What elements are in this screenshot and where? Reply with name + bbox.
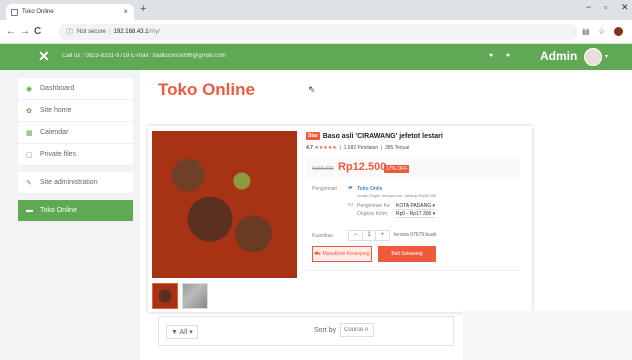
reload-button[interactable]: C [34,26,41,37]
browser-tabbar: Toko Online × + − ▫ ✕ [0,0,632,20]
location-icon: ▭ [348,202,354,208]
favicon-icon [11,9,18,16]
discount-badge: 17% OFF [384,165,410,173]
browser-tab[interactable]: Toko Online × [6,4,134,20]
quantity-label: Kuantitas [312,233,333,239]
star-icon[interactable]: ☆ [598,27,605,36]
product-image[interactable] [152,131,297,278]
divider [306,270,520,271]
minimize-button[interactable]: − [586,2,591,12]
address-bar: ← → C ⓘ Not secure | 192.168.43.1 /my/ ▤… [0,20,632,44]
qty-minus-button[interactable]: − [349,231,362,240]
right-panel [462,310,632,360]
sidebar-item-site-administration[interactable]: ✎ Site administration [18,172,133,194]
filter-all-label: All ▾ [179,329,193,336]
ship-to-select[interactable]: KOTA PADANG ▾ [396,203,435,210]
sidebar-item-label: Site home [40,107,72,114]
chat-icon[interactable]: ● [506,52,510,59]
ship-cost-select[interactable]: Rp0 - Rp17.300 ▾ [396,211,436,218]
profile-icon[interactable] [614,27,623,36]
product-rating: 4.7 ★★★★★ | 1,682 Penilaian | 385 Terjua… [306,145,410,151]
sort-input[interactable] [340,323,374,337]
sort-by-label: Sort by [314,327,337,334]
product-thumbnail[interactable] [182,283,208,309]
sidebar-item-label: Dashboard [40,85,75,92]
sidebar-item-label: Private files [40,151,77,158]
mouse-cursor-icon: ⇖ [308,84,316,94]
sidebar-item-calendar[interactable]: ▦ Calendar [18,122,133,144]
product-name: Baso asli 'CIRAWANG' jefetot lestari [322,132,443,140]
ship-cost-label: Ongkos Kirim [357,211,388,217]
quantity-stepper: − 1 + [348,230,390,241]
product-thumbnail[interactable] [152,283,178,309]
star-badge: Star [306,132,320,140]
file-icon: ▢ [26,151,33,159]
qty-plus-button[interactable]: + [376,231,389,240]
rating-value: 4.7 [306,145,313,151]
stock-info: tersisa 97979 buah [394,232,437,238]
shop-note: Gratis Ongkir dengan min. belanja Rp45.0… [357,193,437,198]
url-separator: | [109,29,111,35]
product-title: Star Baso asli 'CIRAWANG' jefetot lestar… [306,132,443,140]
page-title: Toko Online [158,80,255,99]
ship-to-label: Pengiriman Ke [357,203,390,209]
truck-icon: ▰ [348,185,353,191]
user-name[interactable]: Admin [540,49,577,63]
add-to-cart-button[interactable]: ⛟ Masukkan Keranjang [312,246,372,262]
contact-info: Call us : 0823-8331-9719 E-mail : badluc… [62,53,226,59]
filter-icon: ▼ [171,329,178,336]
security-label: Not secure [77,29,107,35]
tab-title: Toko Online [22,9,54,15]
sold-count: 385 Terjual [384,145,410,151]
filter-all-dropdown[interactable]: ▼ All ▾ [166,325,198,339]
url-host: 192.168.43.1 [113,29,149,35]
url-path: /my/ [148,29,160,35]
close-menu-icon[interactable]: ✕ [38,48,50,65]
new-tab-button[interactable]: + [140,3,146,15]
sidebar-item-label: Calendar [40,129,69,136]
sidebar-item-dashboard[interactable]: ◉ Dashboard [18,78,133,100]
sidebar-item-label: Site administration [40,179,98,186]
url-input[interactable]: ⓘ Not secure | 192.168.43.1 /my/ [58,24,578,40]
buy-now-button[interactable]: Beli Sekarang [378,246,436,262]
rating-stars-icon: ★★★★★ [314,145,337,151]
window-close-button[interactable]: ✕ [621,2,629,13]
back-button[interactable]: ← [6,26,16,37]
cart-icon: ▬ [26,207,33,214]
add-to-cart-label: Masukkan Keranjang [322,251,370,257]
qty-value-input[interactable]: 1 [361,231,377,240]
maximize-button[interactable]: ▫ [604,2,607,12]
calendar-icon: ▦ [26,129,33,137]
course-filter-bar [158,316,454,346]
sidebar: ◉ Dashboard ✿ Site home ▦ Calendar ▢ Pri… [18,78,133,222]
tab-close-icon[interactable]: × [123,7,128,16]
info-icon: ⓘ [66,29,73,36]
sidebar-item-private-files[interactable]: ▢ Private files [18,144,133,166]
translate-icon[interactable]: ▤ [582,27,590,36]
chevron-down-icon[interactable]: ▾ [605,53,608,60]
sidebar-item-label: Toko Online [40,207,77,214]
sidebar-item-site-home[interactable]: ✿ Site home [18,100,133,122]
cart-icon: ⛟ [314,250,321,257]
bell-icon[interactable]: ● [489,52,493,59]
shipping-label: Pengiriman [312,186,338,192]
review-count: 1,682 Penilaian [343,145,379,151]
home-icon: ✿ [26,107,32,115]
sidebar-item-toko-online[interactable]: ▬ Toko Online [18,200,133,222]
wrench-icon: ✎ [26,179,32,187]
dashboard-icon: ◉ [26,85,33,93]
app-header: ✕ Call us : 0823-8331-9719 E-mail : badl… [0,44,632,70]
shop-name: Toko Onlie [357,186,383,192]
old-price: Rp15.000 [312,166,334,172]
avatar[interactable] [584,48,602,66]
forward-button[interactable]: → [20,26,30,37]
price: Rp12.500 [338,161,387,173]
